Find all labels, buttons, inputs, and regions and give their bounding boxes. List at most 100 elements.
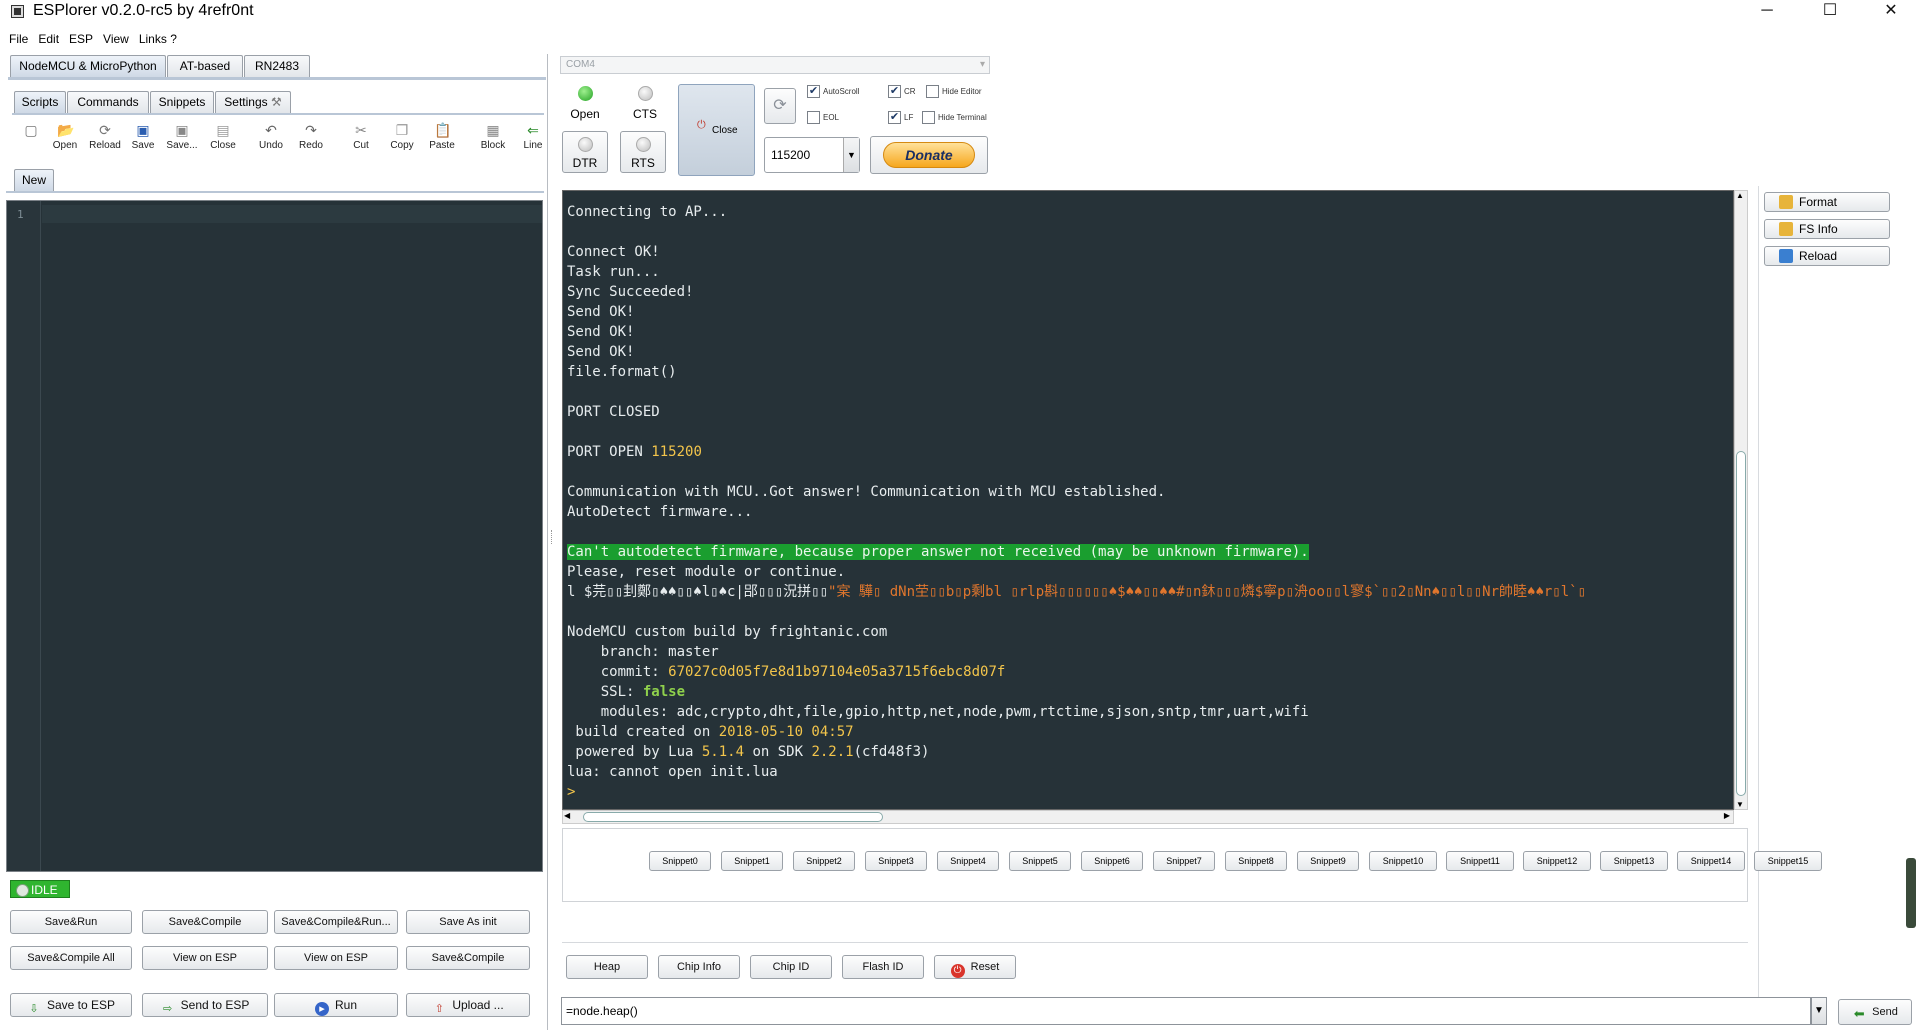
- format-button[interactable]: Format: [1764, 192, 1890, 212]
- tab-nodemcu[interactable]: NodeMCU & MicroPython: [10, 55, 166, 77]
- open-port-button[interactable]: Open: [564, 82, 606, 124]
- terminal-hscroll[interactable]: ◀ ▶: [562, 810, 1734, 824]
- reset-button[interactable]: ⏻ Reset: [934, 955, 1016, 979]
- snippet-button-3[interactable]: Snippet3: [865, 851, 927, 871]
- save-compile-button-2[interactable]: Save&Compile: [406, 946, 530, 970]
- tab-scripts[interactable]: Scripts: [14, 91, 66, 113]
- chip-info-button[interactable]: Chip Info: [658, 955, 740, 979]
- toolbar-cut-button[interactable]: ✂ Cut: [342, 122, 380, 156]
- toolbar-label: Undo: [259, 140, 283, 151]
- maximize-button[interactable]: ☐: [1807, 0, 1853, 24]
- view-on-esp-button-1[interactable]: View on ESP: [142, 946, 268, 970]
- close-port-button[interactable]: ⏻ Close: [678, 84, 755, 176]
- toolbar-save-button[interactable]: ▣ Save...: [163, 122, 201, 156]
- snippet-button-5[interactable]: Snippet5: [1009, 851, 1071, 871]
- toolbar-open-button[interactable]: 📂 Open: [46, 122, 84, 156]
- command-input[interactable]: =node.heap(): [561, 997, 1811, 1025]
- chip-id-button[interactable]: Chip ID: [750, 955, 832, 979]
- cts-label: CTS: [633, 107, 657, 121]
- snippet-button-2[interactable]: Snippet2: [793, 851, 855, 871]
- save-as-init-button[interactable]: Save As init: [406, 910, 530, 934]
- save-compile-all-button[interactable]: Save&Compile All: [10, 946, 132, 970]
- toolbar-close-button[interactable]: ▤ Close: [204, 122, 242, 156]
- checkbox-autoscroll[interactable]: ✔: [807, 85, 820, 98]
- checkbox-label: CR: [904, 87, 916, 96]
- toolbar-line-button[interactable]: ⇐ Line: [514, 122, 552, 156]
- scroll-up-icon[interactable]: ▲: [1736, 191, 1744, 200]
- toolbar-label: Copy: [390, 140, 414, 151]
- minimize-button[interactable]: ─: [1744, 0, 1790, 24]
- view-on-esp-button-2[interactable]: View on ESP: [274, 946, 398, 970]
- dtr-button[interactable]: DTR: [562, 131, 608, 173]
- terminal-line: lua: cannot open init.lua: [567, 764, 778, 780]
- flash-id-button[interactable]: Flash ID: [842, 955, 924, 979]
- snippet-button-10[interactable]: Snippet10: [1369, 851, 1437, 871]
- tab-snippets[interactable]: Snippets: [150, 91, 214, 113]
- snippet-button-7[interactable]: Snippet7: [1153, 851, 1215, 871]
- close-window-button[interactable]: ✕: [1868, 0, 1914, 24]
- checkbox-hide-terminal[interactable]: [922, 111, 935, 124]
- rts-button[interactable]: RTS: [620, 131, 666, 173]
- command-history-dropdown[interactable]: ▼: [1811, 997, 1827, 1025]
- fs-info-button[interactable]: FS Info: [1764, 219, 1890, 239]
- refresh-ports-button[interactable]: ⟳: [764, 88, 796, 124]
- checkbox-hide-editor[interactable]: [926, 85, 939, 98]
- snippet-button-6[interactable]: Snippet6: [1081, 851, 1143, 871]
- toolbar-save-button[interactable]: ▣ Save: [124, 122, 162, 156]
- snippet-button-15[interactable]: Snippet15: [1754, 851, 1822, 871]
- save-run-button[interactable]: Save&Run: [10, 910, 132, 934]
- toolbar-block-button[interactable]: ▦ Block: [474, 122, 512, 156]
- tab-rn2483[interactable]: RN2483: [244, 55, 310, 77]
- toolbar-copy-button[interactable]: ❐ Copy: [383, 122, 421, 156]
- toolbar-paste-button[interactable]: 📋 Paste: [423, 122, 461, 156]
- toolbar-reload-button[interactable]: ⟳ Reload: [86, 122, 124, 156]
- tab-commands[interactable]: Commands: [67, 91, 149, 113]
- hscroll-thumb[interactable]: [583, 812, 883, 822]
- line-gutter: 1: [7, 201, 41, 871]
- run-button[interactable]: ▸ Run: [274, 993, 398, 1017]
- side-handle[interactable]: [1906, 858, 1916, 928]
- tab-at-based[interactable]: AT-based: [167, 55, 243, 77]
- snippet-button-1[interactable]: Snippet1: [721, 851, 783, 871]
- menu-edit[interactable]: Edit: [33, 30, 64, 48]
- code-editor[interactable]: 1: [6, 200, 543, 872]
- splitter-handle[interactable]: [551, 530, 554, 544]
- terminal-vscroll[interactable]: ▲ ▼: [1734, 190, 1748, 810]
- toolbar-undo-button[interactable]: ↶ Undo: [252, 122, 290, 156]
- snippet-button-8[interactable]: Snippet8: [1225, 851, 1287, 871]
- baud-select[interactable]: 115200 ▼: [764, 137, 860, 173]
- upload-button[interactable]: ⇧ Upload ...: [406, 993, 530, 1017]
- file-tab-new[interactable]: New: [14, 169, 54, 191]
- tab-settings[interactable]: Settings ⚒: [215, 91, 291, 113]
- save-compile-run-button[interactable]: Save&Compile&Run...: [274, 910, 398, 934]
- save-compile-button[interactable]: Save&Compile: [142, 910, 268, 934]
- terminal-output[interactable]: Connecting to AP... Connect OK! Task run..…: [562, 190, 1734, 810]
- save-to-esp-button[interactable]: ⇩ Save to ESP: [10, 993, 132, 1017]
- scroll-down-icon[interactable]: ▼: [1736, 800, 1744, 809]
- snippet-button-11[interactable]: Snippet11: [1446, 851, 1514, 871]
- checkbox-lf[interactable]: ✔: [888, 111, 901, 124]
- send-to-esp-button[interactable]: ⇨ Send to ESP: [142, 993, 268, 1017]
- reload-button[interactable]: Reload: [1764, 246, 1890, 266]
- menu-file[interactable]: File: [4, 30, 33, 48]
- snippet-button-12[interactable]: Snippet12: [1523, 851, 1591, 871]
- scroll-left-icon[interactable]: ◀: [564, 811, 570, 820]
- toolbar-new-button[interactable]: ▢: [12, 122, 50, 156]
- menu-links[interactable]: Links ?: [134, 30, 182, 48]
- menu-esp[interactable]: ESP: [64, 30, 98, 48]
- heap-button[interactable]: Heap: [566, 955, 648, 979]
- snippet-button-13[interactable]: Snippet13: [1600, 851, 1668, 871]
- menu-view[interactable]: View: [98, 30, 134, 48]
- checkbox-cr[interactable]: ✔: [888, 85, 901, 98]
- snippet-button-14[interactable]: Snippet14: [1677, 851, 1745, 871]
- snippet-button-4[interactable]: Snippet4: [937, 851, 999, 871]
- checkbox-eol[interactable]: [807, 111, 820, 124]
- send-button[interactable]: ⬅ Send: [1838, 999, 1912, 1025]
- toolbar-redo-button[interactable]: ↷ Redo: [292, 122, 330, 156]
- snippet-button-9[interactable]: Snippet9: [1297, 851, 1359, 871]
- port-select[interactable]: COM4: [560, 56, 990, 74]
- snippet-button-0[interactable]: Snippet0: [649, 851, 711, 871]
- scroll-thumb[interactable]: [1736, 451, 1746, 796]
- donate-button[interactable]: Donate: [870, 136, 988, 174]
- scroll-right-icon[interactable]: ▶: [1724, 811, 1730, 820]
